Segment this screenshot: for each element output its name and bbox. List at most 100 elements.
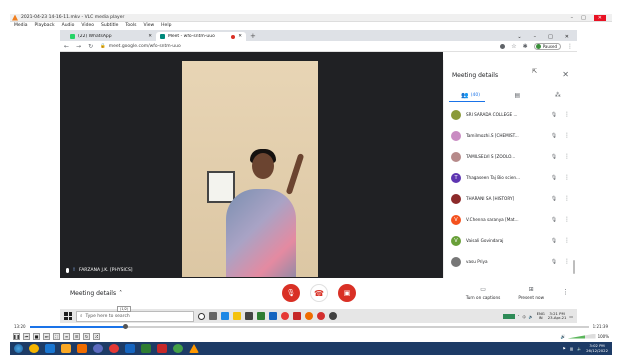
- previous-button[interactable]: ⏮: [23, 332, 30, 340]
- mic-muted-icon[interactable]: 🎙: [549, 154, 559, 160]
- chrome-close-button[interactable]: ✕: [565, 34, 569, 40]
- participant-row[interactable]: Tamilmozhi.S [CHEMIST... 🎙 ⋮: [444, 125, 578, 146]
- seek-slider[interactable]: [29, 323, 589, 329]
- star-icon[interactable]: ☆: [511, 43, 516, 50]
- powerpoint-icon[interactable]: [157, 344, 167, 353]
- menu-subtitle[interactable]: Subtitle: [101, 23, 118, 28]
- next-button[interactable]: ⏭: [43, 332, 50, 340]
- language-indicator[interactable]: ENG IN: [537, 311, 545, 321]
- participant-row[interactable]: vasu Priya 🎙 ⋮: [444, 251, 578, 272]
- mic-muted-icon[interactable]: 🎙: [549, 175, 559, 181]
- menu-help[interactable]: Help: [161, 23, 171, 28]
- forward-arrow-icon[interactable]: →: [76, 43, 81, 50]
- start-orb-icon[interactable]: [14, 344, 23, 353]
- excel-icon[interactable]: [141, 344, 151, 353]
- taskbar-clock[interactable]: 3:21 PM 23-Apr-21: [548, 311, 567, 321]
- search-input[interactable]: ⌕ Type here to search (1/2): [76, 305, 194, 322]
- participant-more-icon[interactable]: ⋮: [564, 174, 570, 181]
- file-explorer-icon[interactable]: [233, 312, 241, 320]
- participant-more-icon[interactable]: ⋮: [564, 237, 570, 244]
- tab-close-icon[interactable]: ✕: [238, 34, 242, 39]
- tab-activities[interactable]: ⁂: [555, 92, 561, 99]
- word-icon[interactable]: [269, 312, 277, 320]
- tab-meet[interactable]: Meet - wfo-sntm-uuo ✕: [156, 32, 246, 41]
- folder-icon[interactable]: [61, 344, 71, 353]
- new-tab-button[interactable]: +: [250, 32, 256, 41]
- network-icon[interactable]: ▥: [570, 346, 574, 351]
- chrome-icon[interactable]: [109, 344, 119, 353]
- shuffle-button[interactable]: ⤮: [93, 332, 100, 340]
- windows-start-icon[interactable]: [64, 312, 72, 320]
- mic-muted-icon[interactable]: 🎙: [549, 217, 559, 223]
- mic-muted-icon[interactable]: 🎙: [549, 259, 559, 265]
- menu-video[interactable]: Video: [81, 23, 94, 28]
- playlist-button[interactable]: ☰: [73, 332, 80, 340]
- participant-more-icon[interactable]: ⋮: [564, 195, 570, 202]
- participant-more-icon[interactable]: ⋮: [564, 258, 570, 265]
- back-arrow-icon[interactable]: ←: [64, 43, 69, 50]
- reload-icon[interactable]: ↻: [88, 43, 93, 50]
- participant-row[interactable]: V Vaisali Govindaraj 🎙 ⋮: [444, 230, 578, 251]
- task-view-icon[interactable]: [209, 312, 217, 320]
- chrome-menu-icon[interactable]: ⋮: [567, 43, 573, 50]
- tray-flag-icon[interactable]: ⚑: [562, 346, 565, 351]
- camera-indicator-icon[interactable]: [500, 43, 506, 49]
- menu-playback[interactable]: Playback: [35, 23, 55, 28]
- participant-row[interactable]: SRI SARADA COLLEGE ... 🎙 ⋮: [444, 104, 578, 125]
- camera-off-button[interactable]: ▣: [338, 284, 356, 302]
- obs-icon[interactable]: [329, 312, 337, 320]
- meeting-details-button[interactable]: Meeting details ˄: [70, 290, 122, 297]
- volume-icon[interactable]: 🔈: [529, 314, 534, 319]
- host-clock[interactable]: 3:02 PM 26/12/2022: [586, 343, 608, 353]
- menu-audio[interactable]: Audio: [62, 23, 75, 28]
- pause-button[interactable]: ❚❚: [13, 332, 20, 340]
- store-icon[interactable]: [245, 312, 253, 320]
- participant-more-icon[interactable]: ⋮: [564, 132, 570, 139]
- opera-icon[interactable]: [317, 312, 325, 320]
- app-icon[interactable]: [93, 344, 103, 353]
- participant-more-icon[interactable]: ⋮: [564, 216, 570, 223]
- ie-icon[interactable]: [45, 344, 55, 353]
- mic-off-button[interactable]: 🎙: [282, 284, 300, 302]
- panel-close-icon[interactable]: ✕: [562, 70, 569, 79]
- participant-row[interactable]: THARANI SA [HISTORY] 🎙 ⋮: [444, 188, 578, 209]
- seek-handle[interactable]: [122, 323, 128, 329]
- mic-muted-icon[interactable]: 🎙: [549, 196, 559, 202]
- tab-people[interactable]: 👥 (40): [461, 92, 480, 99]
- chrome-icon[interactable]: [29, 344, 39, 353]
- participant-row[interactable]: TAMILSELVI S [ZOOLO... 🎙 ⋮: [444, 146, 578, 167]
- word-icon[interactable]: [125, 344, 135, 353]
- chrome-icon[interactable]: [281, 312, 289, 320]
- chrome-minimize-button[interactable]: –: [534, 34, 537, 40]
- menu-view[interactable]: View: [143, 23, 154, 28]
- chrome-maximize-button[interactable]: □: [548, 34, 553, 40]
- end-call-button[interactable]: ☎: [310, 284, 328, 302]
- menu-tools[interactable]: Tools: [125, 23, 136, 28]
- volume-slider[interactable]: [567, 333, 596, 339]
- vlc-icon[interactable]: [189, 344, 199, 353]
- extensions-icon[interactable]: ✱: [523, 43, 528, 50]
- maximize-button[interactable]: □: [581, 15, 586, 21]
- volume-icon[interactable]: 🔈: [577, 346, 582, 351]
- tab-close-icon[interactable]: ✕: [148, 34, 152, 39]
- stop-button[interactable]: ■: [33, 332, 40, 340]
- loop-button[interactable]: ↻: [83, 332, 90, 340]
- edge-icon[interactable]: [221, 312, 229, 320]
- minimize-button[interactable]: –: [571, 15, 574, 21]
- app-icon[interactable]: [305, 312, 313, 320]
- participant-row[interactable]: T Thagaseen Taj Bio scien... 🎙 ⋮: [444, 167, 578, 188]
- tab-chat[interactable]: ▤: [515, 92, 521, 99]
- network-icon[interactable]: ⌬: [523, 314, 526, 319]
- participant-row[interactable]: V V.Chenna saranya [Mat... 🎙 ⋮: [444, 209, 578, 230]
- excel-icon[interactable]: [257, 312, 265, 320]
- panel-scrollbar[interactable]: [573, 260, 575, 274]
- tray-arrow-icon[interactable]: ˄: [518, 314, 520, 319]
- present-button[interactable]: ⊞ Present now: [518, 286, 544, 300]
- cortana-icon[interactable]: [198, 312, 205, 320]
- notifications-icon[interactable]: ▭: [569, 314, 573, 319]
- menu-media[interactable]: Media: [14, 23, 28, 28]
- participant-more-icon[interactable]: ⋮: [564, 111, 570, 118]
- captions-button[interactable]: ▭ Turn on captions: [466, 286, 501, 300]
- volume-control[interactable]: 🔊 100%: [561, 333, 609, 339]
- address-bar[interactable]: 🔒 meet.google.com/wfo-sntm-uuo: [100, 44, 493, 49]
